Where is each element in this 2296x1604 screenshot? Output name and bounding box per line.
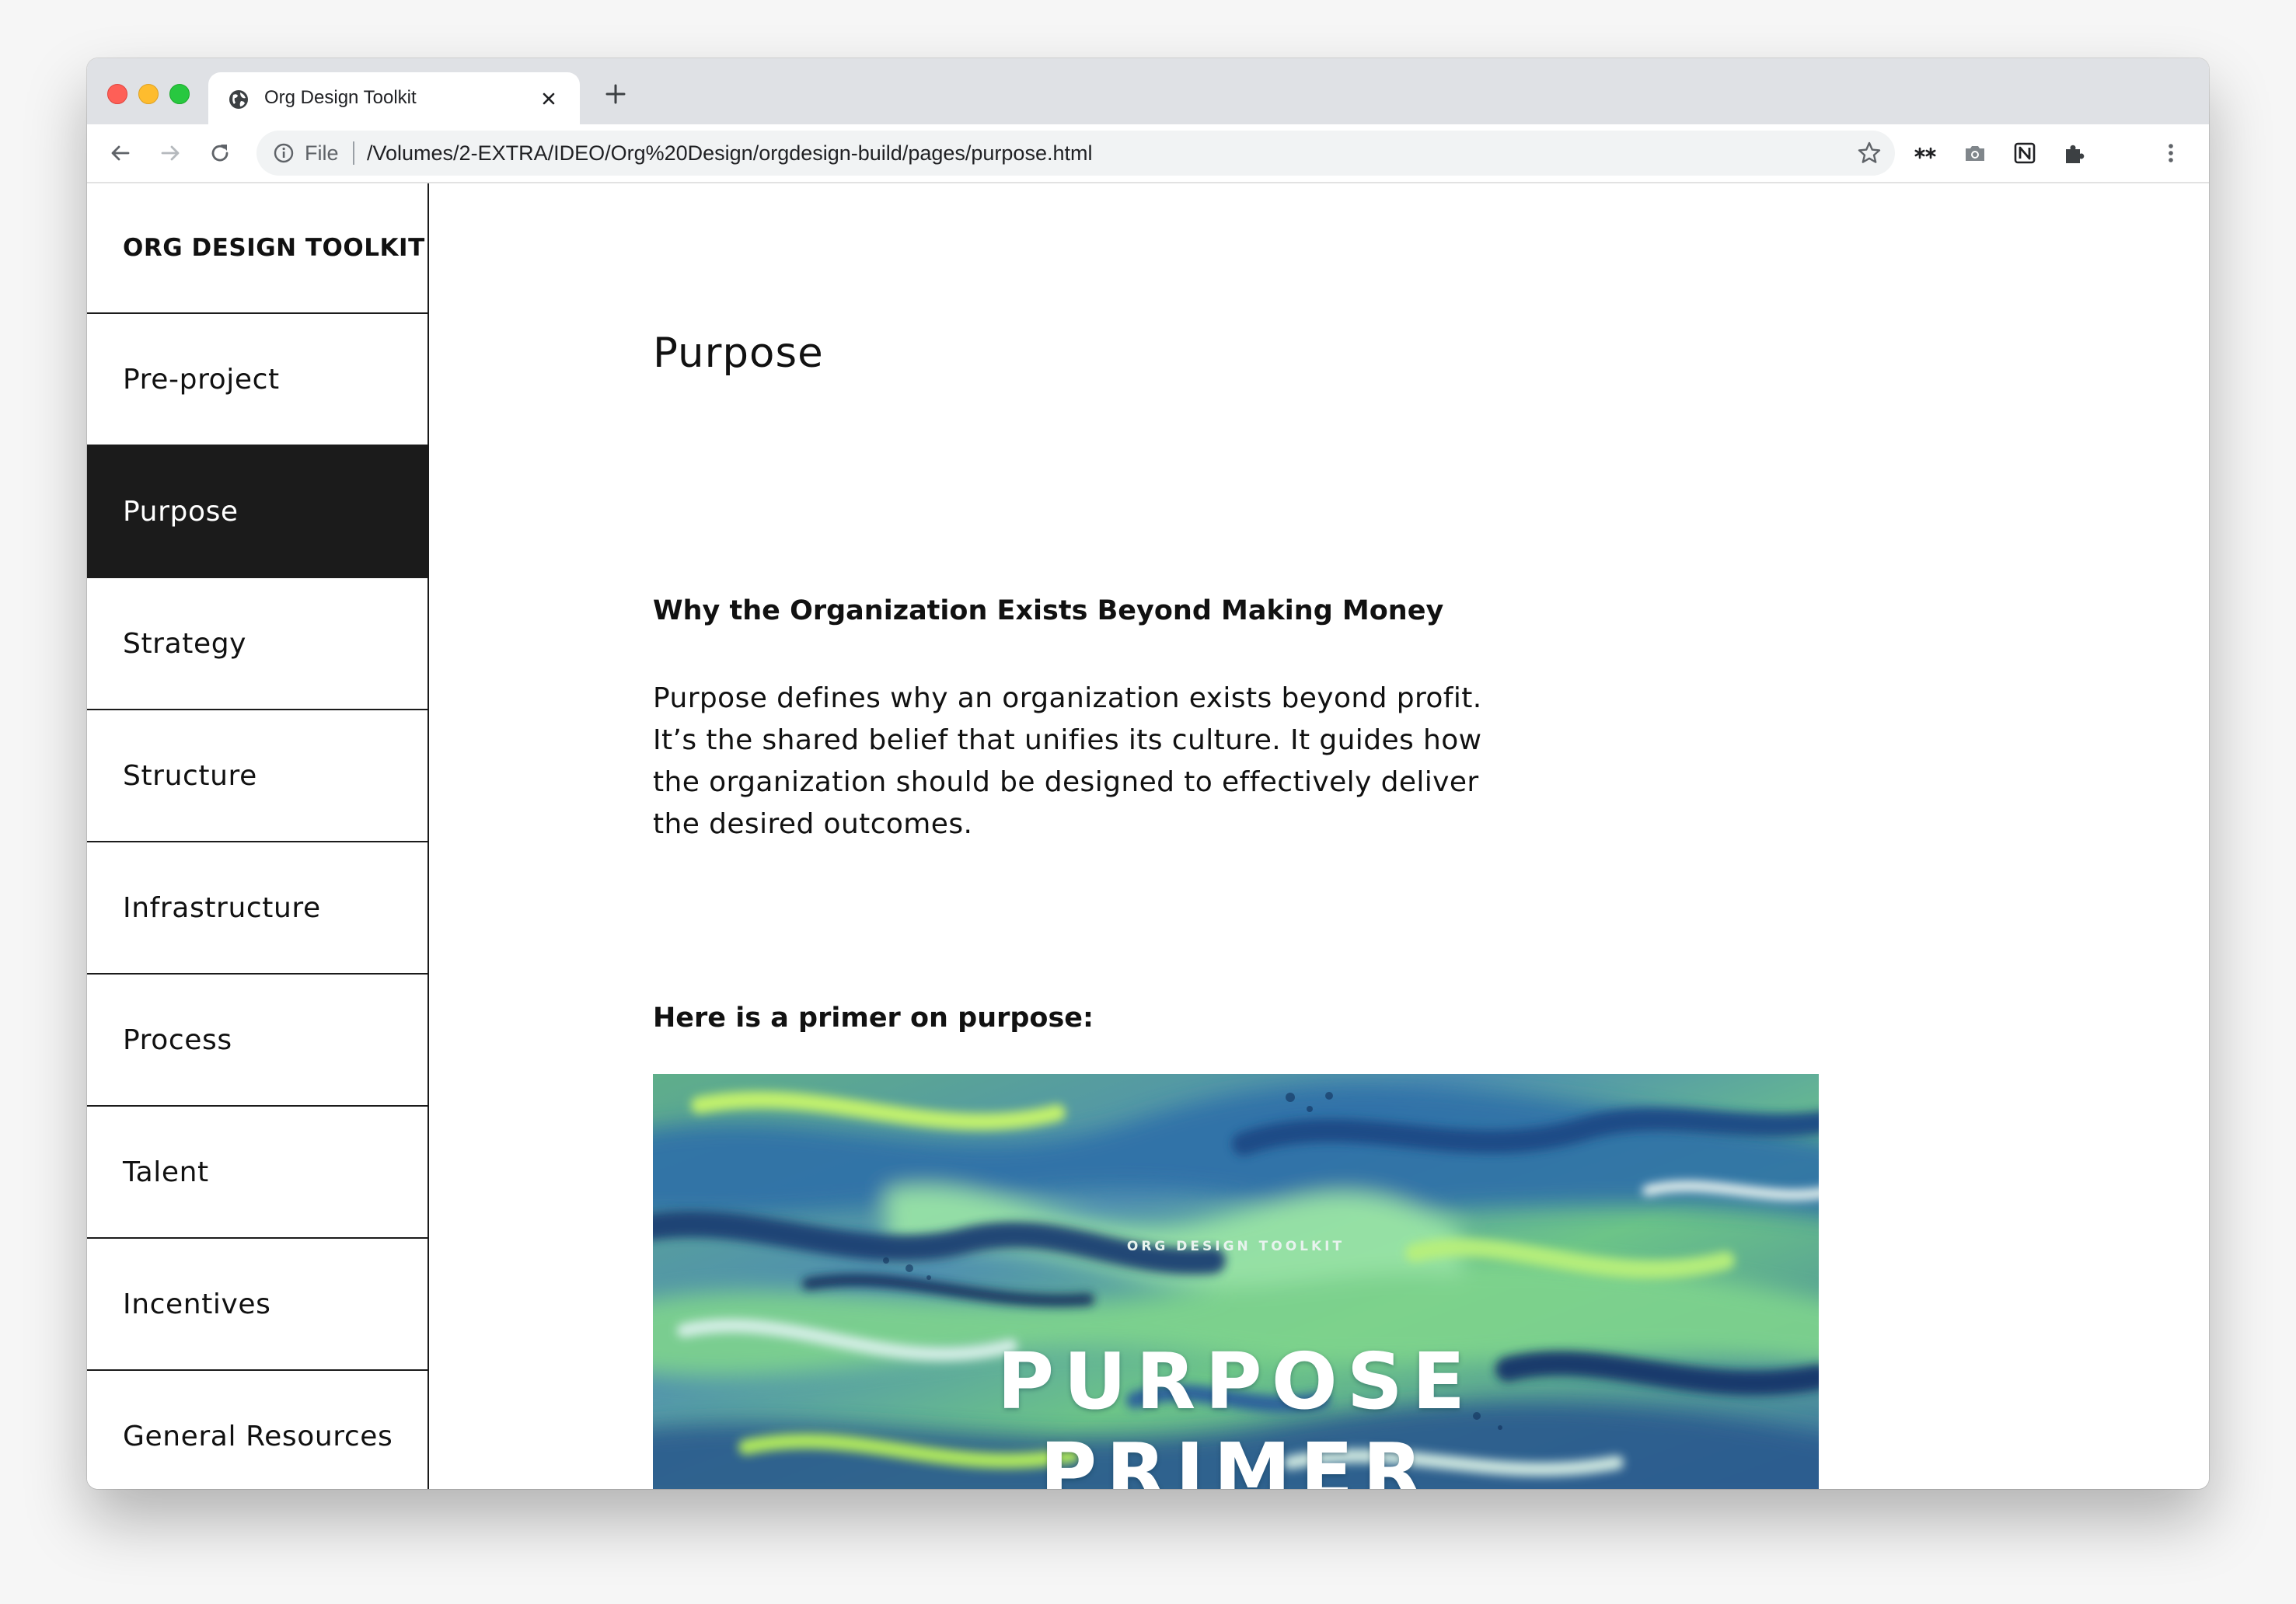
section-subheading: Why the Organization Exists Beyond Makin… <box>653 595 1444 626</box>
browser-tab[interactable]: Org Design Toolkit <box>208 72 580 124</box>
sidebar-item-general-resources[interactable]: General Resources <box>87 1371 427 1489</box>
camera-icon[interactable] <box>1962 140 1988 166</box>
browser-window: Org Design Toolkit File /Volumes/2-EXTRA… <box>87 58 2209 1489</box>
page-viewport: ORG DESIGN TOOLKIT Pre-project Purpose S… <box>87 183 2209 1489</box>
minimize-window-button[interactable] <box>138 84 159 104</box>
forward-arrow-icon[interactable] <box>157 140 183 166</box>
address-divider <box>353 141 354 165</box>
sidebar-nav: ORG DESIGN TOOLKIT Pre-project Purpose S… <box>87 183 429 1489</box>
sidebar-item-pre-project[interactable]: Pre-project <box>87 314 427 446</box>
tab-strip: Org Design Toolkit <box>87 58 2209 124</box>
tab-title: Org Design Toolkit <box>264 87 417 108</box>
sidebar-item-infrastructure[interactable]: Infrastructure <box>87 842 427 975</box>
reload-icon[interactable] <box>207 140 233 166</box>
brand-title[interactable]: ORG DESIGN TOOLKIT <box>87 183 427 314</box>
puzzle-extensions-icon[interactable] <box>2061 140 2088 166</box>
browser-toolbar: File /Volumes/2-EXTRA/IDEO/Org%20Design/… <box>87 124 2209 183</box>
purpose-primer-image[interactable]: ORG DESIGN TOOLKIT PURPOSE PRIMER <box>653 1074 1819 1489</box>
maximize-window-button[interactable] <box>169 84 190 104</box>
hero-title-line-1: PURPOSE <box>996 1336 1475 1427</box>
body-paragraph: Purpose defines why an organization exis… <box>653 682 1482 840</box>
primer-label: Here is a primer on purpose: <box>653 1003 1094 1034</box>
bookmark-star-icon[interactable] <box>1856 140 1883 166</box>
hero-kicker: ORG DESIGN TOOLKIT <box>1126 1239 1345 1254</box>
address-bar[interactable]: File /Volumes/2-EXTRA/IDEO/Org%20Design/… <box>256 131 1895 176</box>
sidebar-item-strategy[interactable]: Strategy <box>87 578 427 710</box>
page-title: Purpose <box>653 330 824 377</box>
hero-title: PURPOSE PRIMER <box>653 1336 1819 1490</box>
sidebar-item-structure[interactable]: Structure <box>87 710 427 842</box>
plus-icon[interactable] <box>603 82 628 106</box>
back-arrow-icon[interactable] <box>107 140 134 166</box>
globe-icon <box>229 90 248 109</box>
sidebar-item-purpose[interactable]: Purpose <box>87 446 427 578</box>
address-url[interactable]: /Volumes/2-EXTRA/IDEO/Org%20Design/orgde… <box>367 141 1092 166</box>
address-scheme: File <box>305 141 339 165</box>
notion-icon[interactable] <box>2012 140 2038 166</box>
sidebar-item-process[interactable]: Process <box>87 975 427 1107</box>
sidebar-item-incentives[interactable]: Incentives <box>87 1239 427 1371</box>
hero-title-line-2: PRIMER <box>1039 1426 1432 1490</box>
close-window-button[interactable] <box>107 84 127 104</box>
more-menu-icon[interactable] <box>2158 140 2184 166</box>
sidebar-item-talent[interactable]: Talent <box>87 1107 427 1239</box>
close-icon[interactable] <box>538 88 560 110</box>
extension-asterisk-icon[interactable] <box>1912 140 1938 166</box>
info-icon[interactable] <box>272 141 295 165</box>
